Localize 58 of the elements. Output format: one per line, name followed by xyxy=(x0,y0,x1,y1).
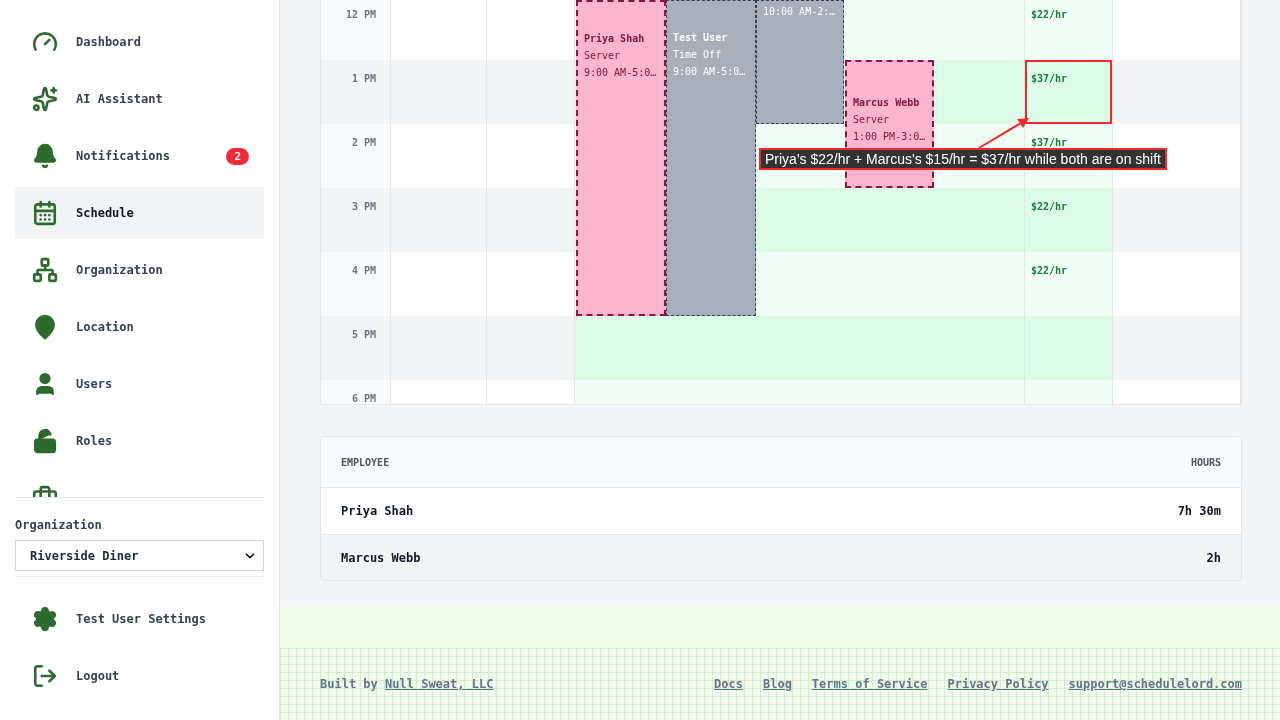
hourly-rate: $37/hr xyxy=(1031,73,1068,84)
event-name: Priya Shah xyxy=(584,33,646,44)
column-header: HOURS xyxy=(1190,456,1221,468)
event-role: Time Off xyxy=(673,49,723,60)
nav-item[interactable]: Dashboard xyxy=(15,16,264,68)
organization-select[interactable]: Riverside Diner xyxy=(15,540,264,571)
hour-label: 12 PM xyxy=(345,9,376,20)
hour-label: 2 PM xyxy=(351,137,376,148)
event-role: Server xyxy=(584,50,622,61)
map-pin-icon xyxy=(32,314,58,340)
nav-item[interactable]: Schedule xyxy=(15,187,264,239)
nav-item[interactable]: Organization xyxy=(15,244,264,296)
footer-link[interactable]: Blog xyxy=(762,677,792,691)
hourly-rate: $37/hr xyxy=(1031,137,1068,148)
table-cell: 7h 30m xyxy=(1177,504,1221,518)
hourly-rate: $22/hr xyxy=(1031,265,1068,276)
hourly-rate: $22/hr xyxy=(1031,201,1068,212)
nav-item[interactable]: Location xyxy=(15,301,264,353)
settings-icon xyxy=(32,606,58,632)
company-link[interactable]: Null Sweat, LLC xyxy=(385,677,494,691)
nav-item[interactable]: Users xyxy=(15,358,264,410)
hour-label: 5 PM xyxy=(351,329,376,340)
nav-item[interactable]: AI Assistant xyxy=(15,73,264,125)
footer-link[interactable]: support@schedulelord.com xyxy=(1068,677,1242,691)
table-cell: Marcus Webb xyxy=(341,550,421,565)
event-time: 9:00 AM-5:0… xyxy=(584,67,658,78)
table-cell: 2h xyxy=(1206,550,1221,565)
notification-badge: 2 xyxy=(226,147,249,165)
nav-item[interactable]: Notifications 2 xyxy=(15,130,264,182)
event-time: 1:00 PM-3:0… xyxy=(853,131,926,142)
hour-label: 4 PM xyxy=(351,265,376,276)
event-time: 10:00 AM-2:… xyxy=(763,6,837,17)
event-role: Server xyxy=(853,114,891,125)
shift-block[interactable]: Priya Shah Server 9:00 AM-5:0… xyxy=(576,0,666,316)
column-header: EMPLOYEE xyxy=(341,456,390,468)
footer-link[interactable]: Docs xyxy=(714,677,743,691)
event-name: Test User xyxy=(673,32,729,43)
built-by-text: Built by Null Sweat, LLC xyxy=(320,677,494,691)
annotation-callout: Priya's $22/hr + Marcus's $15/hr = $37/hr while both are on shift xyxy=(759,148,1167,170)
sparkle-icon xyxy=(32,86,58,112)
hour-label: 3 PM xyxy=(351,201,376,212)
organization-label: Organization xyxy=(15,518,103,532)
logout-icon xyxy=(32,663,58,689)
hour-label: 6 PM xyxy=(351,393,376,404)
event-name: Marcus Webb xyxy=(853,97,921,108)
nav-item[interactable]: Logout xyxy=(15,650,264,702)
nav-item[interactable]: Roles xyxy=(15,415,264,467)
unlocked-padlock-icon xyxy=(32,428,58,454)
bell-icon xyxy=(32,143,58,169)
hourly-rate: $22/hr xyxy=(1031,9,1068,20)
footer-link[interactable]: Privacy Policy xyxy=(947,677,1049,691)
event-time: 9:00 AM-5:0… xyxy=(673,66,747,77)
footer-link[interactable]: Terms of Service xyxy=(811,677,928,691)
table-cell: Priya Shah xyxy=(341,504,414,518)
hour-label: 1 PM xyxy=(351,73,376,84)
org-chart-icon xyxy=(32,257,58,283)
nav-item[interactable]: Test User Settings xyxy=(15,593,264,645)
calendar-icon xyxy=(32,200,58,226)
